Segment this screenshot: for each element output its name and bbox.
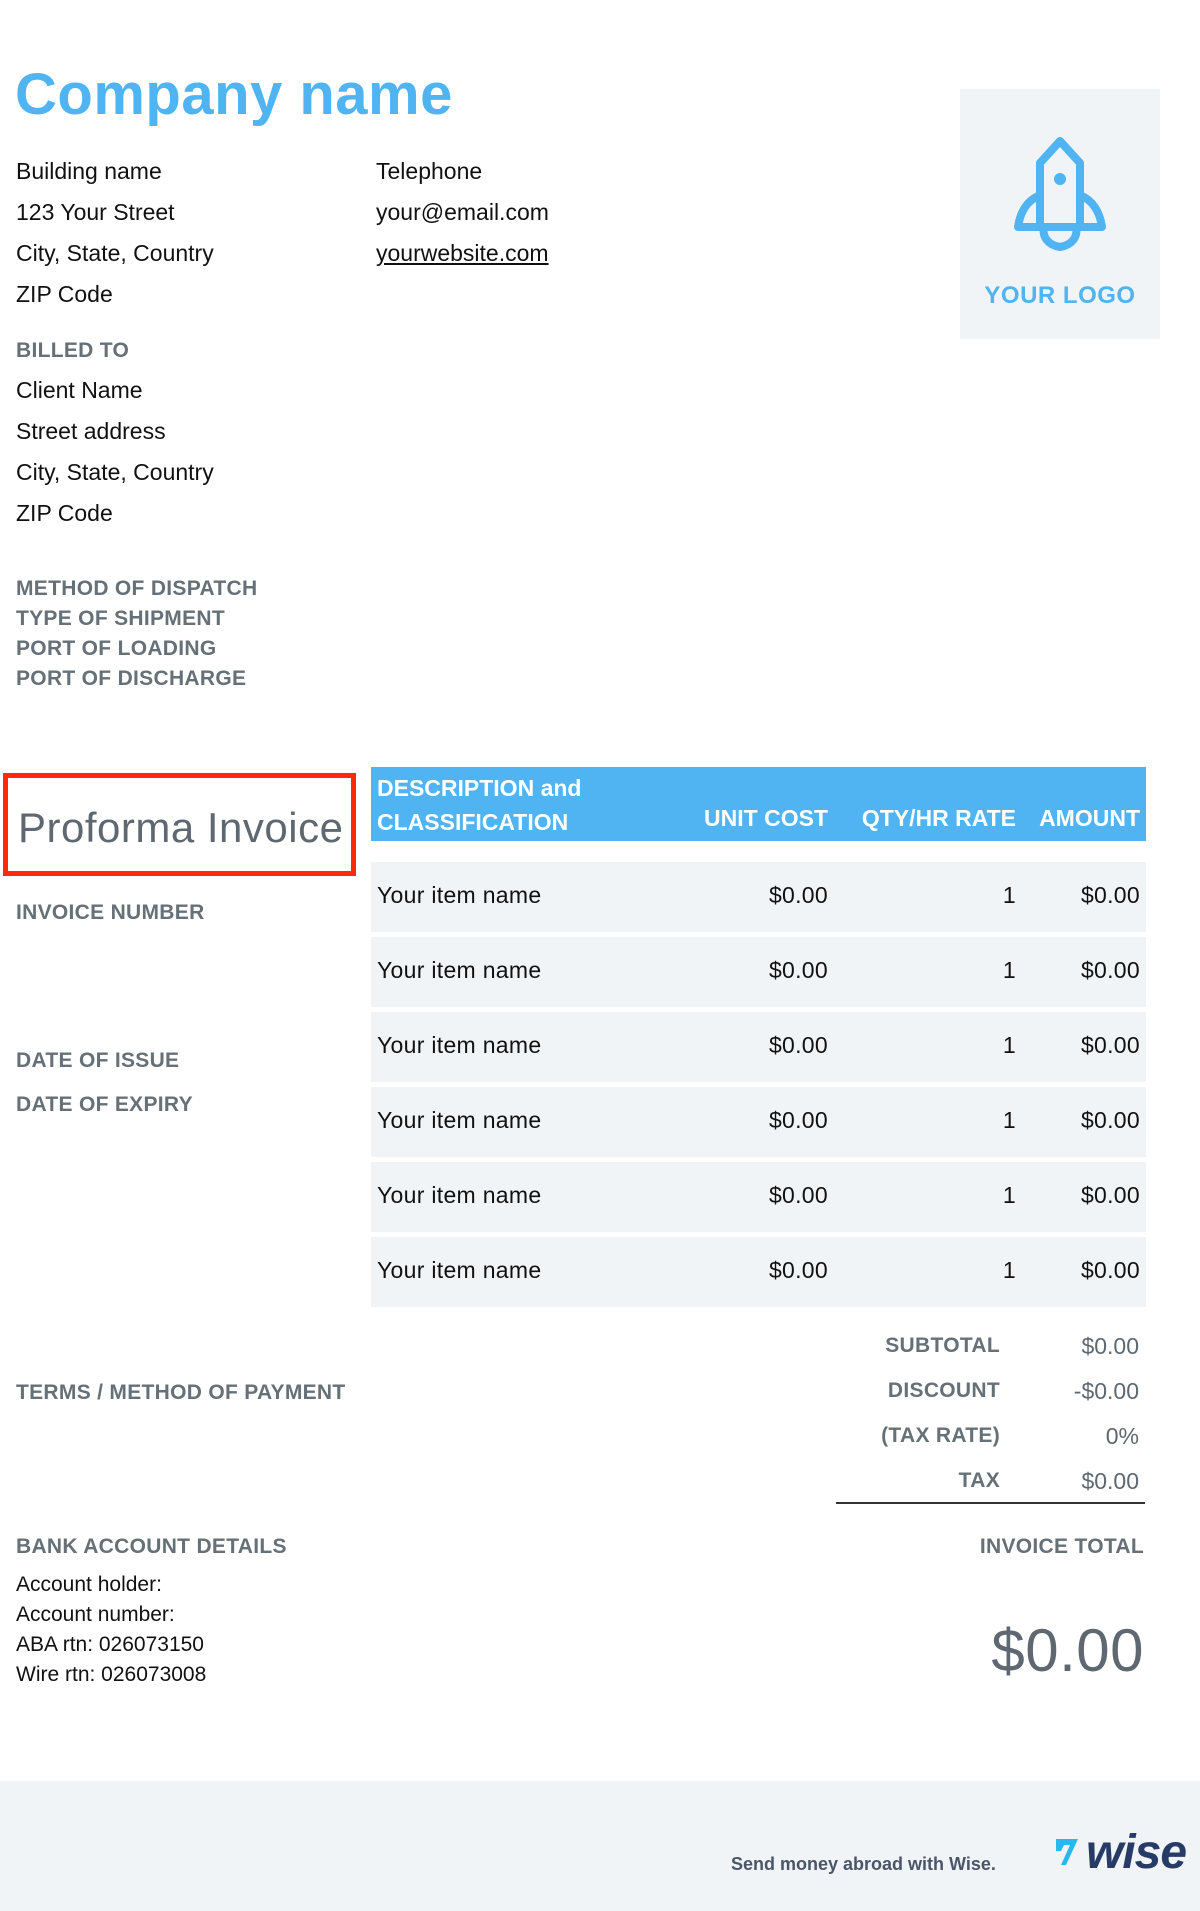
wise-logo[interactable]: wise xyxy=(1052,1826,1187,1879)
item-amount: $0.00 xyxy=(1080,957,1140,983)
footer-banner: Send money abroad with Wise. wise xyxy=(0,1781,1200,1911)
header-amount: AMOUNT xyxy=(1039,805,1140,831)
aba-routing: ABA rtn: 026073150 xyxy=(16,1633,204,1656)
item-amount: $0.00 xyxy=(1080,1107,1140,1133)
client-line: City, State, Country xyxy=(16,459,214,485)
item-unit-cost: $0.00 xyxy=(768,882,828,908)
item-qty: 1 xyxy=(1002,882,1016,908)
item-unit-cost: $0.00 xyxy=(768,1107,828,1133)
wise-wordmark: wise xyxy=(1086,1826,1187,1879)
bank-details-label: BANK ACCOUNT DETAILS xyxy=(16,1535,287,1558)
header-description-line2: CLASSIFICATION xyxy=(377,809,569,835)
client-line: Client Name xyxy=(16,377,143,403)
item-unit-cost: $0.00 xyxy=(768,1257,828,1283)
table-row: Your item name $0.00 1 $0.00 xyxy=(371,937,1146,1007)
item-unit-cost: $0.00 xyxy=(768,957,828,983)
method-of-dispatch-label: METHOD OF DISPATCH xyxy=(16,577,258,600)
telephone: Telephone xyxy=(376,158,483,184)
tax-rate-value: 0% xyxy=(1105,1423,1139,1449)
invoice-total-value: $0.00 xyxy=(991,1617,1144,1684)
email: your@email.com xyxy=(376,199,549,225)
billed-to-address: Client Name Street address City, State, … xyxy=(16,370,214,534)
account-holder: Account holder: xyxy=(16,1573,162,1596)
website-link[interactable]: yourwebsite.com xyxy=(376,233,549,274)
line-items-table: DESCRIPTION and CLASSIFICATION UNIT COST… xyxy=(371,767,1146,1307)
logo-placeholder: YOUR LOGO xyxy=(960,89,1160,339)
address-line: ZIP Code xyxy=(16,281,113,307)
client-line: Street address xyxy=(16,418,166,444)
header-description-line1: DESCRIPTION and xyxy=(377,775,582,801)
type-of-shipment-label: TYPE OF SHIPMENT xyxy=(16,607,225,630)
table-row: Your item name $0.00 1 $0.00 xyxy=(371,1012,1146,1082)
client-line: ZIP Code xyxy=(16,500,113,526)
date-of-expiry-label: DATE OF EXPIRY xyxy=(16,1093,193,1116)
company-address: Building name 123 Your Street City, Stat… xyxy=(16,151,214,315)
billed-to-label: BILLED TO xyxy=(16,339,130,362)
discount-value: -$0.00 xyxy=(1073,1378,1139,1404)
item-qty: 1 xyxy=(1002,1182,1016,1208)
totals-divider xyxy=(836,1502,1145,1504)
item-description: Your item name xyxy=(377,1257,542,1283)
header-description: DESCRIPTION and CLASSIFICATION xyxy=(377,771,581,839)
date-of-issue-label: DATE OF ISSUE xyxy=(16,1049,180,1072)
table-row: Your item name $0.00 1 $0.00 xyxy=(371,1162,1146,1232)
item-unit-cost: $0.00 xyxy=(768,1182,828,1208)
item-unit-cost: $0.00 xyxy=(768,1032,828,1058)
header-qty: QTY/HR RATE xyxy=(861,805,1016,831)
table-row: Your item name $0.00 1 $0.00 xyxy=(371,1087,1146,1157)
company-name: Company name xyxy=(15,62,453,127)
tax-value: $0.00 xyxy=(1081,1468,1139,1494)
address-line: 123 Your Street xyxy=(16,199,175,225)
terms-label: TERMS / METHOD OF PAYMENT xyxy=(16,1381,346,1404)
discount-row: DISCOUNT -$0.00 xyxy=(836,1375,1145,1420)
item-description: Your item name xyxy=(377,1107,542,1133)
item-amount: $0.00 xyxy=(1080,1032,1140,1058)
header-unit-cost: UNIT COST xyxy=(704,805,828,831)
invoice-total-label: INVOICE TOTAL xyxy=(979,1535,1144,1558)
item-qty: 1 xyxy=(1002,957,1016,983)
tax-label: TAX xyxy=(958,1469,1000,1492)
document-title: Proforma Invoice xyxy=(18,804,344,851)
company-contact: Telephone your@email.com yourwebsite.com xyxy=(376,151,549,274)
wire-routing: Wire rtn: 026073008 xyxy=(16,1663,207,1686)
shipping-details: METHOD OF DISPATCH TYPE OF SHIPMENT PORT… xyxy=(16,574,257,694)
port-of-loading-label: PORT OF LOADING xyxy=(16,637,217,660)
subtotal-label: SUBTOTAL xyxy=(885,1334,1000,1357)
wise-flag-icon xyxy=(1056,1839,1078,1865)
table-row: Your item name $0.00 1 $0.00 xyxy=(371,862,1146,932)
bank-details: Account holder: Account number: ABA rtn:… xyxy=(16,1570,206,1690)
item-qty: 1 xyxy=(1002,1032,1016,1058)
table-header: DESCRIPTION and CLASSIFICATION UNIT COST… xyxy=(371,767,1146,841)
port-of-discharge-label: PORT OF DISCHARGE xyxy=(16,667,247,690)
table-row: Your item name $0.00 1 $0.00 xyxy=(371,1237,1146,1307)
address-line: Building name xyxy=(16,158,162,184)
rocket-icon xyxy=(1014,137,1106,251)
logo-text: YOUR LOGO xyxy=(984,282,1136,309)
item-description: Your item name xyxy=(377,1182,542,1208)
item-amount: $0.00 xyxy=(1080,1182,1140,1208)
discount-label: DISCOUNT xyxy=(887,1379,1000,1402)
item-amount: $0.00 xyxy=(1080,882,1140,908)
invoice-number-label: INVOICE NUMBER xyxy=(16,901,205,924)
item-description: Your item name xyxy=(377,1032,542,1058)
footer-tagline[interactable]: Send money abroad with Wise. xyxy=(731,1854,996,1875)
item-qty: 1 xyxy=(1002,1257,1016,1283)
item-description: Your item name xyxy=(377,957,542,983)
account-number: Account number: xyxy=(16,1603,175,1626)
subtotal-row: SUBTOTAL $0.00 xyxy=(836,1330,1145,1375)
address-line: City, State, Country xyxy=(16,240,214,266)
subtotal-value: $0.00 xyxy=(1081,1333,1139,1359)
document-title-highlight: Proforma Invoice xyxy=(3,773,356,876)
item-qty: 1 xyxy=(1002,1107,1016,1133)
item-amount: $0.00 xyxy=(1080,1257,1140,1283)
tax-rate-row: (TAX RATE) 0% xyxy=(836,1420,1145,1465)
item-description: Your item name xyxy=(377,882,542,908)
tax-rate-label: (TAX RATE) xyxy=(881,1424,1000,1447)
totals-block: SUBTOTAL $0.00 DISCOUNT -$0.00 (TAX RATE… xyxy=(836,1330,1145,1510)
